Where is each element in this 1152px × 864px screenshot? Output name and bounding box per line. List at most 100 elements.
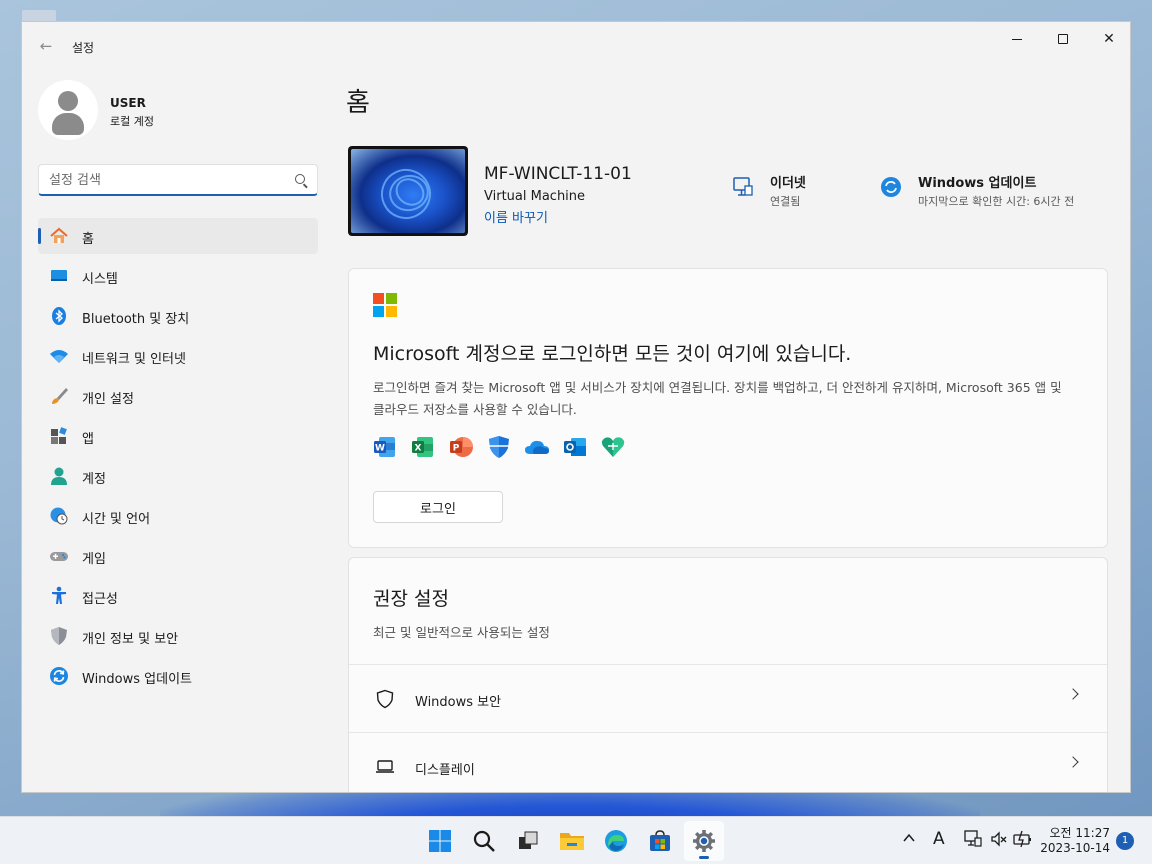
avatar [38,80,98,140]
device-type: Virtual Machine [484,189,586,204]
sidebar-item-label: 계정 [82,472,106,487]
sidebar-item-personalization[interactable]: 개인 설정 [38,378,318,414]
edge-button[interactable] [596,821,636,861]
sidebar-item-label: 게임 [82,552,106,567]
network-tray-icon[interactable] [964,830,982,852]
network-title: 이더넷 [770,176,806,191]
maximize-button[interactable] [1040,22,1086,56]
taskbar: A 오전 11:27 2023-10-14 1 [0,816,1152,864]
recommended-row-windows-security[interactable]: Windows 보안 [349,664,1107,732]
clock-time[interactable]: 오전 11:27 [1040,824,1110,841]
shield-outline-icon [376,689,394,709]
defender-icon [489,436,509,458]
settings-icon [693,830,715,852]
recommended-row-label: Windows 보안 [415,695,502,710]
word-icon: W [374,437,395,457]
back-arrow-icon: ← [39,37,53,55]
search-icon [473,830,495,852]
sidebar-item-time-language[interactable]: 시간 및 언어 [38,498,318,534]
brush-icon [52,388,68,404]
sidebar-item-windows-update[interactable]: Windows 업데이트 [38,658,318,694]
signin-button[interactable]: 로그인 [373,491,503,523]
ms-card-description: 로그인하면 즐겨 찾는 Microsoft 앱 및 서비스가 장치에 연결됩니다… [373,380,1062,417]
back-button[interactable]: ← [36,36,56,56]
task-view-button[interactable] [508,821,548,861]
sidebar-item-label: 개인 정보 및 보안 [82,632,179,647]
close-button[interactable]: ✕ [1086,22,1130,56]
svg-text:X: X [415,444,422,454]
minimize-button[interactable] [994,22,1040,56]
recommended-settings-card: 권장 설정 최근 및 일반적으로 사용되는 설정 Windows 보안 디스플레… [348,557,1108,792]
recommended-subtitle: 최근 및 일반적으로 사용되는 설정 [373,625,550,640]
sidebar-item-label: 앱 [82,432,94,447]
svg-text:P: P [453,444,460,454]
volume-muted-icon[interactable] [990,830,1008,852]
sidebar-item-home[interactable]: 홈 [38,218,318,254]
sidebar-item-bluetooth[interactable]: Bluetooth 및 장치 [38,298,318,334]
sidebar-item-accessibility[interactable]: 접근성 [38,578,318,614]
outlook-icon [564,438,586,456]
sidebar-item-label: Windows 업데이트 [82,672,193,687]
ms-card-heading: Microsoft 계정으로 로그인하면 모든 것이 여기에 있습니다. [373,343,852,365]
chevron-right-icon [1067,756,1079,768]
battery-charging-icon[interactable] [1013,830,1033,852]
sidebar-item-label: Bluetooth 및 장치 [82,312,190,327]
bluetooth-icon [52,307,66,325]
sidebar-item-accounts[interactable]: 계정 [38,458,318,494]
apps-icon [51,427,67,444]
sidebar-item-network[interactable]: 네트워크 및 인터넷 [38,338,318,374]
start-icon [429,830,451,852]
ime-indicator[interactable]: A [933,829,945,849]
sidebar-item-label: 네트워크 및 인터넷 [82,352,186,367]
update-icon [50,667,68,685]
recommended-row-display[interactable]: 디스플레이 [349,732,1107,792]
account-icon [51,467,67,485]
sidebar-nav: 홈 시스템 Bluetooth 및 장치 네트워크 및 인터넷 개인 설정 앱 … [38,218,318,698]
globe-clock-icon [50,507,68,525]
search-input[interactable] [49,171,279,189]
settings-window: ← 설정 ✕ USER 로컬 계정 홈 시스템 Bluetooth 및 장치 [21,21,1131,793]
chevron-right-icon [1067,688,1079,700]
title-bar: ← 설정 ✕ [22,22,1130,68]
settings-taskbar-button[interactable] [684,821,724,861]
tray-overflow-chevron-icon[interactable] [902,831,916,849]
recommended-title: 권장 설정 [373,588,449,610]
file-explorer-button[interactable] [552,821,592,861]
accessibility-icon [52,586,66,604]
sidebar-item-label: 접근성 [82,592,118,607]
device-name: MF-WINCLT-11-01 [484,164,632,184]
shield-icon [51,627,67,645]
start-button[interactable] [420,821,460,861]
account-type: 로컬 계정 [110,115,154,128]
sidebar-item-label: 시스템 [82,272,118,287]
user-name: USER [110,96,146,110]
excel-icon: X [412,437,433,457]
sidebar-item-label: 개인 설정 [82,392,134,407]
powerpoint-icon: P [450,437,473,457]
search-icon[interactable] [295,174,305,184]
sidebar-item-apps[interactable]: 앱 [38,418,318,454]
notification-badge[interactable]: 1 [1116,832,1134,850]
close-icon: ✕ [1103,31,1115,47]
device-thumbnail [348,146,468,236]
system-icon [51,270,67,281]
wifi-icon [50,350,68,363]
store-icon [650,830,670,851]
store-button[interactable] [640,821,680,861]
sidebar-item-privacy[interactable]: 개인 정보 및 보안 [38,618,318,654]
taskbar-apps [420,821,724,861]
file-explorer-icon [560,833,584,850]
rename-link[interactable]: 이름 바꾸기 [484,207,548,226]
microsoft-logo-icon [373,293,397,317]
page-title: 홈 [346,88,370,118]
task-view-icon [519,831,538,849]
update-subtitle: 마지막으로 확인한 시간: 6시간 전 [918,195,1075,208]
ms-app-icons: W X P [373,435,625,459]
taskbar-search-button[interactable] [464,821,504,861]
clock-date[interactable]: 2023-10-14 [1040,841,1110,855]
minimize-icon [1012,38,1022,40]
onedrive-icon [525,440,549,454]
edge-icon [605,830,627,852]
sidebar-item-gaming[interactable]: 게임 [38,538,318,574]
sidebar-item-system[interactable]: 시스템 [38,258,318,294]
